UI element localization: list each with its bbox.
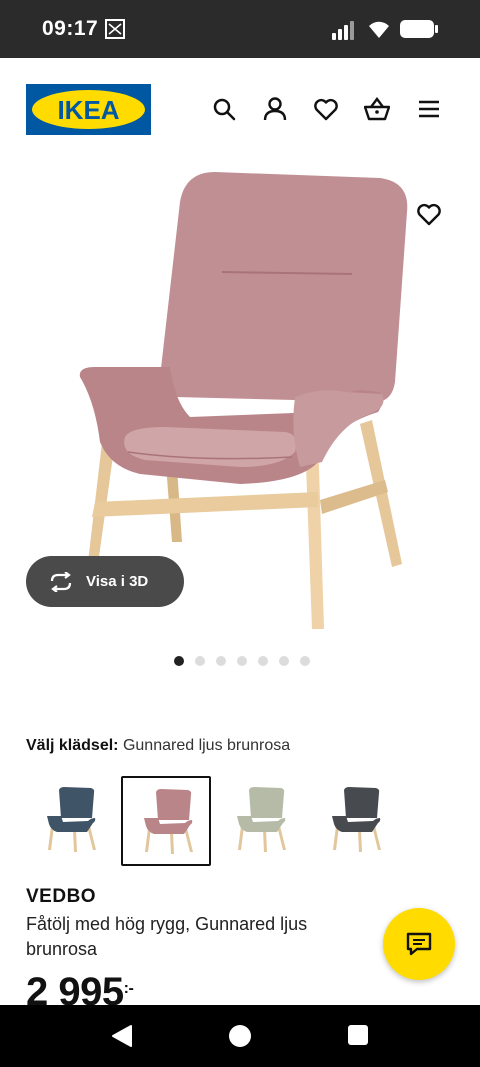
variant-selected-value: Gunnared ljus brunrosa [122, 737, 291, 754]
system-navigation-bar [0, 1005, 480, 1067]
menu-icon[interactable] [416, 96, 442, 122]
view-3d-button[interactable]: Visa i 3D [26, 556, 184, 607]
favorite-heart-icon[interactable] [416, 201, 442, 227]
carousel-dot[interactable] [195, 656, 205, 666]
variant-thumbnail [237, 787, 286, 852]
product-description: Fåtölj med hög rygg, Gunnared ljus brunr… [26, 914, 308, 959]
site-header: IKEA [0, 58, 480, 162]
chat-icon [406, 932, 432, 956]
view-3d-label: Visa i 3D [86, 573, 149, 590]
chat-button[interactable] [383, 908, 455, 980]
home-icon[interactable] [228, 1024, 252, 1048]
wifi-icon [369, 21, 389, 38]
price-suffix: :- [123, 980, 134, 997]
carousel-dot[interactable] [279, 656, 289, 666]
variant-swatches [26, 776, 466, 866]
carousel-dot[interactable] [174, 656, 184, 666]
recents-icon[interactable] [347, 1024, 369, 1046]
logo-text: IKEA [57, 95, 120, 125]
heart-icon[interactable] [313, 96, 339, 122]
variant-label: Välj klädsel: [26, 737, 119, 754]
carousel-dot[interactable] [237, 656, 247, 666]
status-bar: 09:17 [0, 0, 480, 58]
product-name: VEDBO [26, 886, 97, 907]
product-page: 09:17 IKEA Visa i 3D Välj klädsel: Gunna… [0, 0, 480, 1067]
carousel-indicator[interactable] [174, 656, 310, 666]
notification-icon [105, 19, 125, 39]
back-icon[interactable] [111, 1024, 133, 1048]
carousel-dot[interactable] [216, 656, 226, 666]
variant-thumbnail [47, 787, 96, 852]
carousel-dot[interactable] [300, 656, 310, 666]
battery-icon [400, 20, 438, 38]
ikea-logo[interactable]: IKEA [26, 84, 151, 135]
signal-icon [332, 21, 354, 40]
variant-swatch[interactable] [26, 776, 116, 866]
product-image-carousel[interactable]: Visa i 3D [0, 162, 480, 640]
variant-swatch[interactable] [311, 776, 401, 866]
variant-thumbnail [144, 789, 193, 854]
status-time: 09:17 [42, 17, 99, 40]
variant-thumbnail [332, 787, 381, 852]
variant-swatch[interactable] [121, 776, 211, 866]
variant-swatch[interactable] [216, 776, 306, 866]
user-icon[interactable] [262, 96, 288, 122]
search-icon[interactable] [211, 96, 237, 122]
rotate-3d-icon [50, 571, 72, 592]
basket-icon[interactable] [364, 96, 390, 122]
variant-selector-label: Välj klädsel: Gunnared ljus brunrosa [26, 737, 290, 755]
carousel-dot[interactable] [258, 656, 268, 666]
